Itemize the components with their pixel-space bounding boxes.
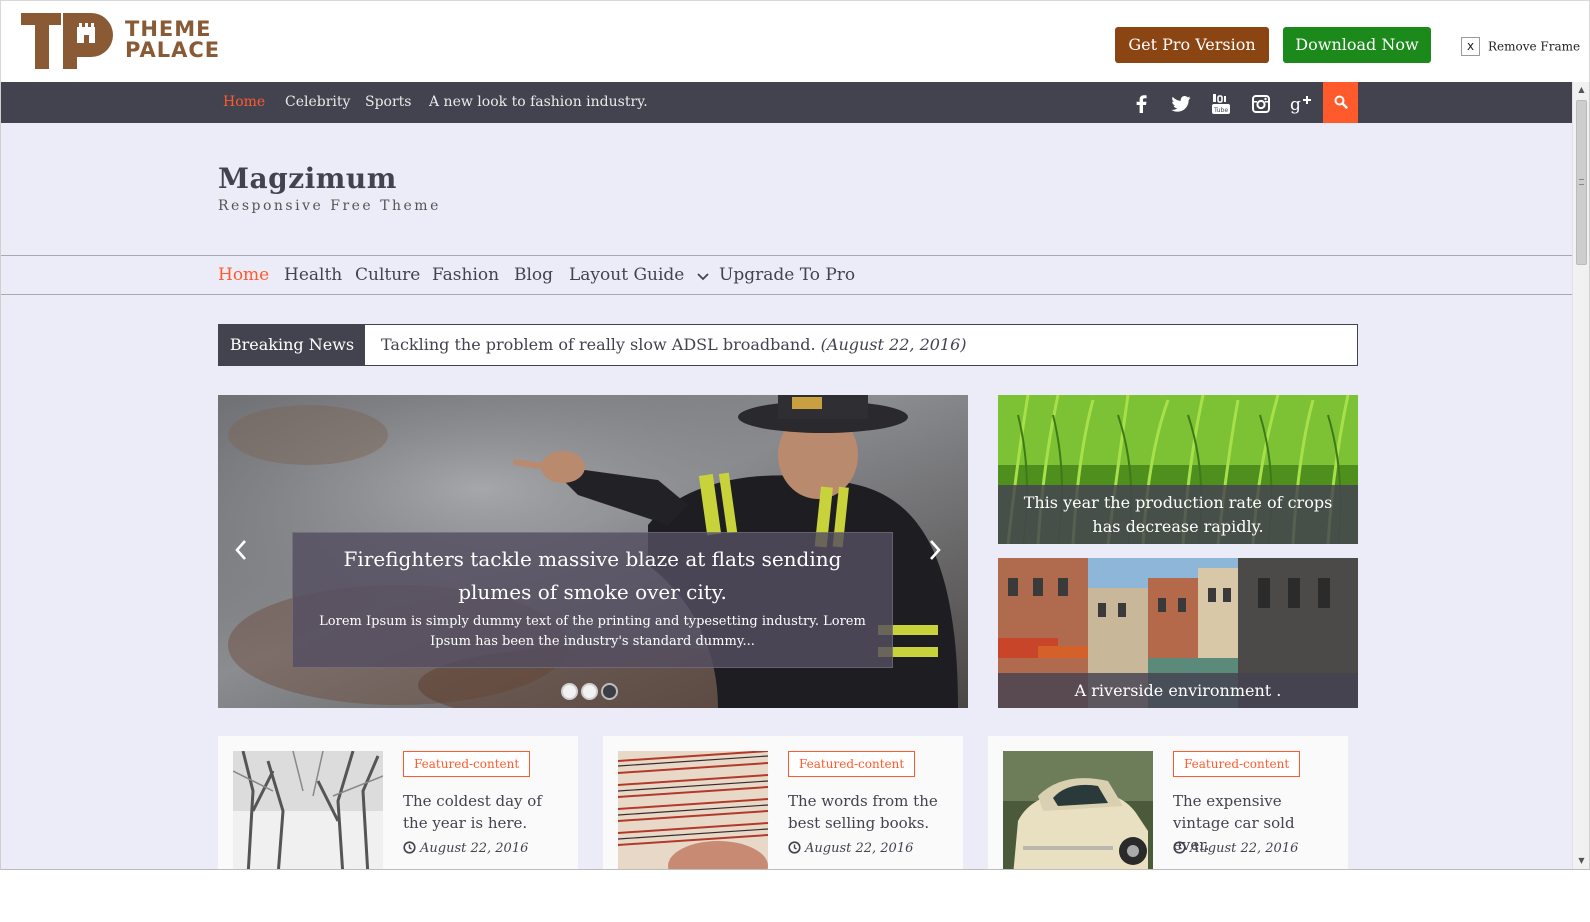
card-1-title[interactable]: The coldest day of the year is here.: [403, 790, 563, 834]
slider-next-arrow-icon[interactable]: [923, 535, 947, 565]
card-1-date-text: August 22, 2016: [420, 841, 529, 856]
breaking-news-ticker: Breaking News Tackling the problem of re…: [218, 324, 1358, 366]
remove-frame-button[interactable]: x Remove Frame: [1461, 37, 1580, 57]
scrollbar-grip-icon: [1579, 179, 1584, 185]
clock-icon: [1173, 841, 1186, 854]
breaking-news-headline[interactable]: Tackling the problem of really slow ADSL…: [381, 325, 967, 365]
card-2-thumbnail[interactable]: [618, 751, 768, 869]
main-nav-upgrade-to-pro[interactable]: Upgrade To Pro: [719, 256, 855, 294]
top-nav-sports[interactable]: Sports: [365, 82, 411, 123]
instagram-icon[interactable]: [1241, 82, 1281, 123]
card-2-date-text: August 22, 2016: [805, 841, 914, 856]
card-3-category-tag[interactable]: Featured-content: [1173, 751, 1301, 777]
scroll-up-arrow-icon[interactable]: ▲: [1573, 82, 1589, 98]
search-icon: [1334, 95, 1348, 109]
main-navigation: Home Health Culture Fashion Blog Layout …: [1, 255, 1572, 295]
remove-frame-label[interactable]: Remove Frame: [1488, 40, 1580, 54]
close-icon[interactable]: x: [1461, 37, 1480, 56]
card-1-category-tag[interactable]: Featured-content: [403, 751, 531, 777]
slider-title[interactable]: Firefighters tackle massive blaze at fla…: [293, 543, 892, 609]
clock-icon: [788, 841, 801, 854]
main-nav-layout-guide[interactable]: Layout Guide: [569, 256, 710, 294]
svg-text:Tube: Tube: [1213, 107, 1228, 114]
breaking-news-date: (August 22, 2016): [820, 335, 967, 354]
slider-pagination: [561, 683, 621, 701]
chevron-down-icon: [697, 273, 709, 281]
card-3-thumbnail[interactable]: [1003, 751, 1153, 869]
slider-prev-arrow-icon[interactable]: [229, 535, 253, 565]
site-title[interactable]: Magzimum: [218, 162, 397, 195]
site-tagline: Responsive Free Theme: [218, 198, 441, 214]
slider-excerpt: Lorem Ipsum is simply dummy text of the …: [319, 614, 866, 649]
site-preview-frame: Home Celebrity Sports A new look to fash…: [0, 82, 1590, 870]
slider-dot-3[interactable]: [601, 683, 618, 700]
main-nav-blog[interactable]: Blog: [514, 256, 553, 294]
featured-slider: Firefighters tackle massive blaze at fla…: [218, 395, 968, 708]
featured-card-2: Featured-content The words from the best…: [603, 736, 963, 869]
theme-palace-bar: THEME PALACE Get Pro Version Download No…: [0, 0, 1590, 82]
youtube-icon[interactable]: Tube: [1201, 82, 1241, 123]
logo-line-2: PALACE: [125, 38, 221, 62]
slider-dot-1[interactable]: [561, 683, 578, 700]
top-navigation: Home Celebrity Sports A new look to fash…: [1, 82, 1572, 123]
logo-line-1: THEME: [125, 17, 212, 41]
main-nav-culture[interactable]: Culture: [355, 256, 420, 294]
side-feature-riverside-caption[interactable]: A riverside environment .: [998, 673, 1358, 708]
slider-caption[interactable]: Firefighters tackle massive blaze at fla…: [292, 532, 893, 668]
theme-palace-wordmark[interactable]: THEME PALACE: [125, 19, 220, 61]
card-2-category-tag[interactable]: Featured-content: [788, 751, 916, 777]
top-nav-celebrity[interactable]: Celebrity: [285, 82, 350, 123]
top-nav-fashion-article[interactable]: A new look to fashion industry.: [429, 82, 648, 123]
side-feature-crops[interactable]: This year the production rate of crops h…: [998, 395, 1358, 544]
twitter-icon[interactable]: [1161, 82, 1201, 123]
facebook-icon[interactable]: [1121, 82, 1161, 123]
main-nav-fashion[interactable]: Fashion: [432, 256, 499, 294]
card-3-date: August 22, 2016: [1173, 841, 1298, 856]
search-button[interactable]: [1323, 82, 1358, 123]
card-2-date: August 22, 2016: [788, 841, 913, 856]
main-nav-layout-guide-label: Layout Guide: [569, 265, 685, 285]
scroll-down-arrow-icon[interactable]: ▼: [1573, 853, 1589, 869]
side-feature-riverside[interactable]: A riverside environment .: [998, 558, 1358, 708]
get-pro-version-button[interactable]: Get Pro Version: [1115, 27, 1269, 63]
scrollbar-thumb[interactable]: [1576, 100, 1587, 265]
google-plus-icon[interactable]: g: [1281, 82, 1321, 123]
main-nav-home[interactable]: Home: [218, 256, 269, 294]
card-1-date: August 22, 2016: [403, 841, 528, 856]
clock-icon: [403, 841, 416, 854]
theme-palace-logo-icon[interactable]: [21, 13, 113, 69]
vertical-scrollbar[interactable]: ▲ ▼: [1572, 82, 1589, 869]
breaking-news-label: Breaking News: [219, 325, 365, 365]
download-now-button[interactable]: Download Now: [1283, 27, 1431, 63]
card-1-thumbnail[interactable]: [233, 751, 383, 869]
breaking-news-title: Tackling the problem of really slow ADSL…: [381, 335, 816, 354]
card-2-title[interactable]: The words from the best selling books.: [788, 790, 948, 834]
featured-card-1: Featured-content The coldest day of the …: [218, 736, 578, 869]
main-nav-health[interactable]: Health: [284, 256, 342, 294]
svg-text:g: g: [1290, 95, 1301, 114]
slider-dot-2[interactable]: [581, 683, 598, 700]
featured-card-3: Featured-content The expensive vintage c…: [988, 736, 1348, 869]
side-feature-crops-caption[interactable]: This year the production rate of crops h…: [998, 485, 1358, 544]
top-nav-home[interactable]: Home: [223, 82, 265, 123]
card-3-date-text: August 22, 2016: [1190, 841, 1299, 856]
